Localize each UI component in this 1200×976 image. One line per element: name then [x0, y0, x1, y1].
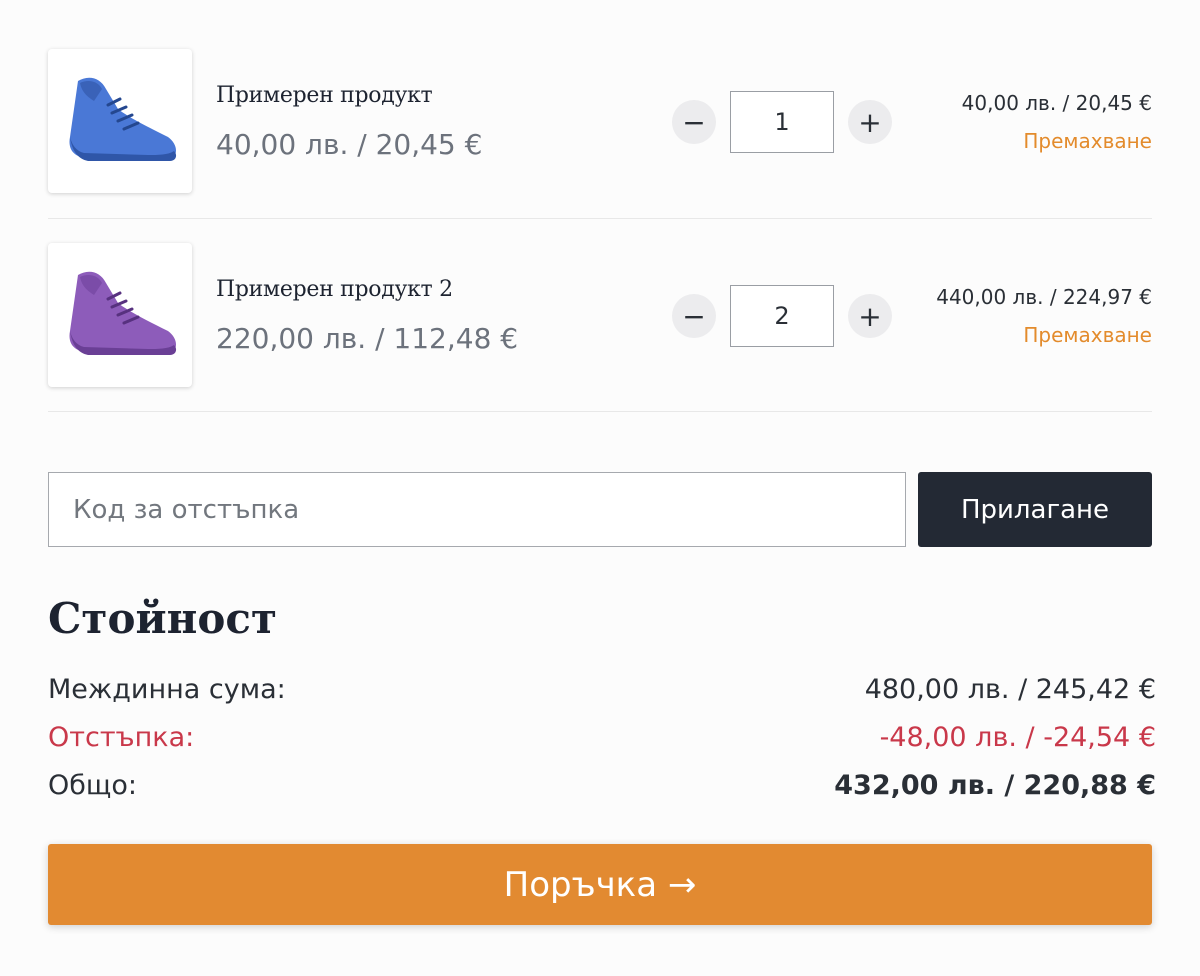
product-image[interactable]	[48, 243, 192, 387]
quantity-input[interactable]	[730, 285, 834, 347]
line-summary: 440,00 лв. / 224,97 € Премахване	[936, 285, 1152, 347]
coupon-form: Прилагане	[48, 472, 1152, 547]
quantity-stepper: − +	[672, 285, 892, 347]
coupon-code-input[interactable]	[48, 472, 906, 547]
line-total: 440,00 лв. / 224,97 €	[936, 285, 1152, 309]
summary-title: Стойност	[48, 594, 277, 643]
cart-item: Примерен продукт 40,00 лв. / 20,45 € − +…	[48, 25, 1152, 219]
quantity-input[interactable]	[730, 91, 834, 153]
cart-item: Примерен продукт 2 220,00 лв. / 112,48 €…	[48, 219, 1152, 412]
product-unit-price: 220,00 лв. / 112,48 €	[216, 322, 519, 355]
total-label: Общо:	[48, 769, 137, 801]
checkout-button[interactable]: Поръчка →	[48, 844, 1152, 925]
line-total: 40,00 лв. / 20,45 €	[961, 91, 1152, 115]
remove-link[interactable]: Премахване	[962, 129, 1152, 153]
product-info: Примерен продукт 40,00 лв. / 20,45 €	[216, 83, 482, 161]
total-row: Общо: 432,00 лв. / 220,88 €	[48, 761, 1156, 809]
product-unit-price: 40,00 лв. / 20,45 €	[216, 128, 483, 161]
cart-items: Примерен продукт 40,00 лв. / 20,45 € − +…	[48, 0, 1152, 412]
purple-sneaker-icon	[69, 271, 177, 355]
order-summary: Стойност Междинна сума: 480,00 лв. / 245…	[48, 594, 1156, 809]
product-name[interactable]: Примерен продукт	[216, 83, 482, 108]
subtotal-row: Междинна сума: 480,00 лв. / 245,42 €	[48, 665, 1156, 713]
subtotal-value: 480,00 лв. / 245,42 €	[864, 673, 1156, 705]
blue-sneaker-icon	[69, 77, 177, 161]
remove-link[interactable]: Премахване	[936, 323, 1152, 347]
total-value: 432,00 лв. / 220,88 €	[834, 769, 1156, 801]
discount-label: Отстъпка:	[48, 721, 195, 753]
discount-value: -48,00 лв. / -24,54 €	[879, 721, 1156, 753]
product-name[interactable]: Примерен продукт 2	[216, 277, 518, 302]
apply-coupon-button[interactable]: Прилагане	[918, 472, 1152, 547]
decrease-quantity-button[interactable]: −	[672, 100, 716, 144]
increase-quantity-button[interactable]: +	[848, 100, 892, 144]
subtotal-label: Междинна сума:	[48, 673, 286, 705]
product-info: Примерен продукт 2 220,00 лв. / 112,48 €	[216, 277, 518, 355]
line-summary: 40,00 лв. / 20,45 € Премахване	[962, 91, 1152, 153]
discount-row: Отстъпка: -48,00 лв. / -24,54 €	[48, 713, 1156, 761]
decrease-quantity-button[interactable]: −	[672, 294, 716, 338]
product-image[interactable]	[48, 49, 192, 193]
increase-quantity-button[interactable]: +	[848, 294, 892, 338]
quantity-stepper: − +	[672, 91, 892, 153]
